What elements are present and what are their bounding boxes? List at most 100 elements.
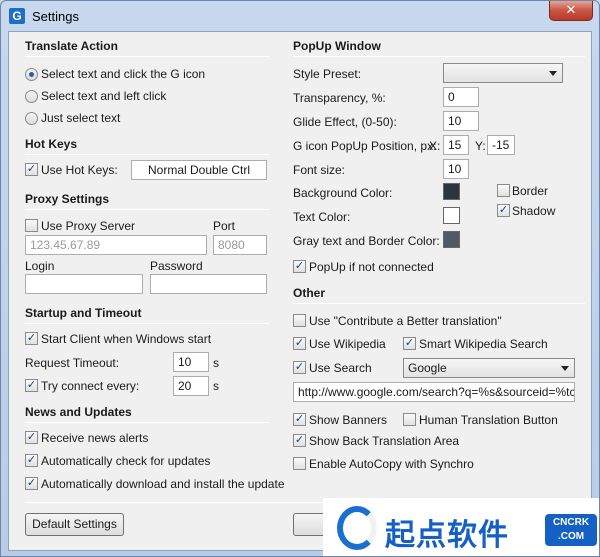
search-engine-value: Google [408, 361, 447, 375]
divider [25, 154, 269, 155]
popup-if-not-connected-checkbox[interactable]: ✓ [293, 260, 306, 273]
transparency-label: Transparency, %: [293, 91, 386, 105]
translate-option-radio[interactable] [25, 112, 38, 125]
translate-action-title: Translate Action [25, 39, 118, 53]
autocopy-checkbox[interactable] [293, 457, 306, 470]
x-label: X: [429, 139, 441, 153]
use-wikipedia-checkbox[interactable]: ✓ [293, 337, 306, 350]
password-label: Password [150, 259, 203, 273]
chevron-down-icon [549, 71, 557, 76]
show-banners-checkbox[interactable]: ✓ [293, 413, 306, 426]
login-field[interactable] [25, 274, 143, 294]
divider [25, 56, 269, 57]
autocopy-label: Enable AutoCopy with Synchro [309, 457, 474, 471]
smart-wikipedia-label: Smart Wikipedia Search [419, 337, 548, 351]
divider [25, 209, 269, 210]
contribute-checkbox[interactable] [293, 314, 306, 327]
proxy-settings-title: Proxy Settings [25, 192, 110, 206]
text-color-label: Text Color: [293, 210, 351, 224]
divider [293, 56, 585, 57]
hot-keys-title: Hot Keys [25, 137, 78, 151]
start-client-label: Start Client when Windows start [41, 332, 212, 346]
request-timeout-field[interactable]: 10 [173, 352, 209, 372]
proxy-server-field[interactable]: 123.45.67.89 [25, 235, 207, 255]
human-translation-checkbox[interactable] [403, 413, 416, 426]
use-proxy-label: Use Proxy Server [41, 219, 136, 233]
chevron-down-icon [561, 366, 569, 371]
back-translation-label: Show Back Translation Area [309, 434, 460, 448]
request-timeout-unit: s [213, 356, 219, 370]
try-connect-field[interactable]: 20 [173, 376, 209, 396]
popup-position-label: G icon PopUp Position, px: [293, 139, 437, 153]
settings-panel: Translate Action Select text and click t… [8, 31, 592, 551]
search-url-field[interactable]: http://www.google.com/search?q=%s&source… [293, 382, 575, 402]
border-label: Border [512, 184, 549, 198]
font-size-field[interactable]: 10 [443, 159, 469, 179]
translate-option-radio[interactable] [25, 90, 38, 103]
watermark: 起点软件 CNCRK .COM [323, 498, 599, 556]
default-settings-button[interactable]: Default Settings [25, 513, 124, 536]
watermark-text: 起点软件 [385, 518, 509, 553]
title-bar: G Settings ✕ [1, 1, 599, 31]
glide-effect-label: Glide Effect, (0-50): [293, 115, 397, 129]
y-label: Y: [475, 139, 486, 153]
check-updates-checkbox[interactable]: ✓ [25, 454, 38, 467]
use-search-label: Use Search [309, 361, 372, 375]
background-color-label: Background Color: [293, 186, 393, 200]
style-preset-label: Style Preset: [293, 67, 362, 81]
text-color-swatch[interactable] [443, 207, 460, 224]
divider [25, 422, 269, 423]
contribute-label: Use "Contribute a Better translation" [309, 314, 502, 328]
auto-install-label: Automatically download and install the u… [41, 477, 285, 491]
try-connect-unit: s [213, 379, 219, 393]
port-label: Port [213, 219, 236, 233]
y-position-field[interactable]: -15 [487, 135, 515, 155]
settings-window: G Settings ✕ Translate Action Select tex… [0, 0, 600, 557]
hot-keys-field[interactable]: Normal Double Ctrl [131, 160, 267, 180]
gray-color-label: Gray text and Border Color: [293, 234, 440, 248]
border-checkbox[interactable] [497, 184, 510, 197]
password-field[interactable] [150, 274, 267, 294]
start-client-checkbox[interactable]: ✓ [25, 332, 38, 345]
close-button[interactable]: ✕ [549, 1, 593, 21]
translate-option-radio[interactable] [25, 68, 38, 81]
news-alerts-label: Receive news alerts [41, 431, 149, 445]
shadow-checkbox[interactable]: ✓ [497, 204, 510, 217]
style-preset-dropdown[interactable] [443, 63, 563, 83]
transparency-field[interactable]: 0 [443, 87, 479, 107]
request-timeout-label: Request Timeout: [25, 356, 120, 370]
use-proxy-checkbox[interactable] [25, 219, 38, 232]
app-logo-icon: G [9, 8, 25, 24]
other-title: Other [293, 286, 326, 300]
use-hot-keys-label: Use Hot Keys: [41, 163, 118, 177]
popup-if-not-connected-label: PopUp if not connected [309, 260, 434, 274]
use-search-checkbox[interactable]: ✓ [293, 361, 306, 374]
back-translation-checkbox[interactable]: ✓ [293, 434, 306, 447]
use-hot-keys-checkbox[interactable]: ✓ [25, 163, 38, 176]
popup-window-title: PopUp Window [293, 39, 381, 53]
search-engine-dropdown[interactable]: Google [403, 358, 575, 378]
divider [293, 303, 585, 304]
font-size-label: Font size: [293, 163, 346, 177]
try-connect-label: Try connect every: [41, 379, 140, 393]
use-wikipedia-label: Use Wikipedia [309, 337, 386, 351]
show-banners-label: Show Banners [309, 413, 388, 427]
news-updates-title: News and Updates [25, 405, 132, 419]
background-color-swatch[interactable] [443, 183, 460, 200]
glide-effect-field[interactable]: 10 [443, 111, 479, 131]
divider [25, 323, 269, 324]
proxy-port-field[interactable]: 8080 [213, 235, 267, 255]
shadow-label: Shadow [512, 204, 556, 218]
human-translation-label: Human Translation Button [419, 413, 558, 427]
x-position-field[interactable]: 15 [443, 135, 469, 155]
gray-color-swatch[interactable] [443, 231, 460, 248]
watermark-badge-bottom: .COM [557, 531, 585, 542]
check-updates-label: Automatically check for updates [41, 454, 211, 468]
watermark-badge-top: CNCRK [552, 517, 590, 528]
translate-option-label: Just select text [41, 111, 121, 125]
window-title: Settings [32, 9, 79, 24]
try-connect-checkbox[interactable]: ✓ [25, 379, 38, 392]
news-alerts-checkbox[interactable]: ✓ [25, 431, 38, 444]
auto-install-checkbox[interactable]: ✓ [25, 477, 38, 490]
smart-wikipedia-checkbox[interactable]: ✓ [403, 337, 416, 350]
